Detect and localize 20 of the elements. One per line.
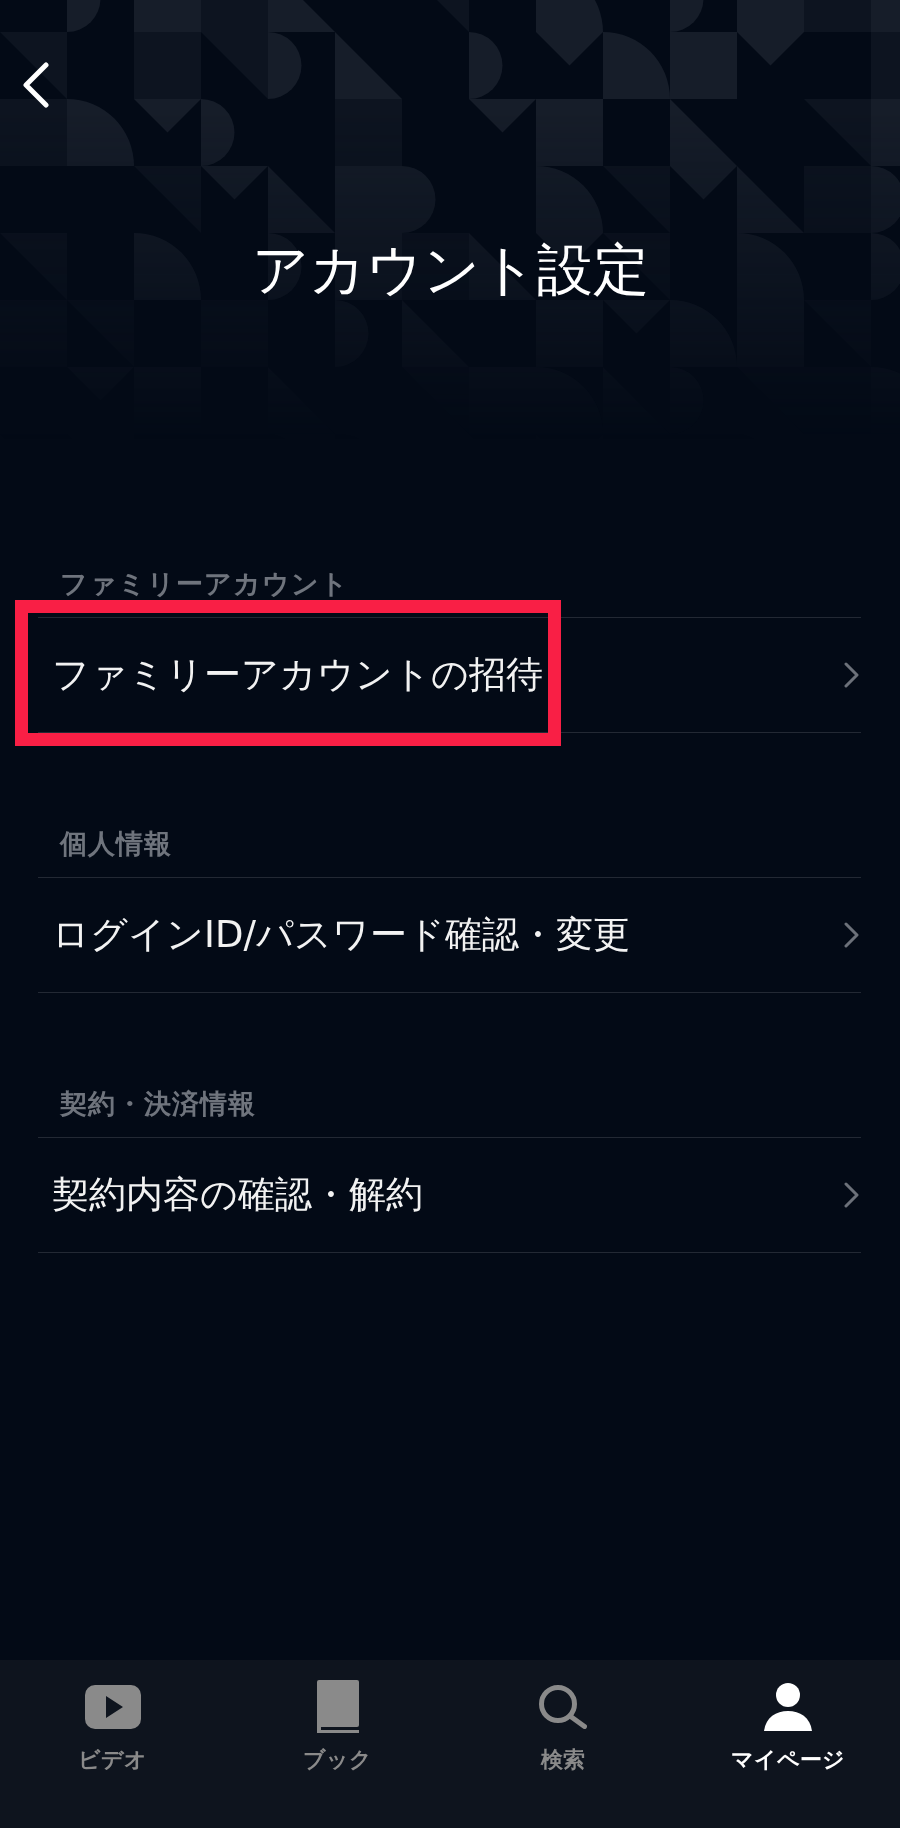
settings-row[interactable]: ファミリーアカウントの招待	[38, 618, 861, 733]
settings-row[interactable]: 契約内容の確認・解約	[38, 1138, 861, 1253]
tab-button[interactable]: ビデオ	[0, 1660, 225, 1828]
book-icon	[316, 1680, 359, 1733]
section-heading: ファミリーアカウント	[59, 569, 350, 601]
tab-button[interactable]: マイページ	[675, 1660, 900, 1828]
chevron-right-icon	[843, 1182, 860, 1208]
person-icon	[763, 1682, 812, 1731]
search-icon	[538, 1684, 587, 1729]
chevron-right-icon	[843, 662, 860, 688]
page-title: アカウント設定	[250, 236, 650, 304]
section-heading: 契約・決済情報	[59, 1089, 257, 1121]
play-button-icon	[84, 1684, 141, 1729]
section-heading: 個人情報	[58, 829, 173, 861]
tab-button[interactable]: ブック	[225, 1660, 450, 1828]
settings-row[interactable]: ログインID/パスワード確認・変更	[38, 878, 861, 993]
chevron-left-icon	[22, 62, 50, 108]
tab-button[interactable]: 検索	[450, 1660, 675, 1828]
chevron-right-icon	[843, 922, 860, 948]
back-button[interactable]	[22, 62, 50, 108]
